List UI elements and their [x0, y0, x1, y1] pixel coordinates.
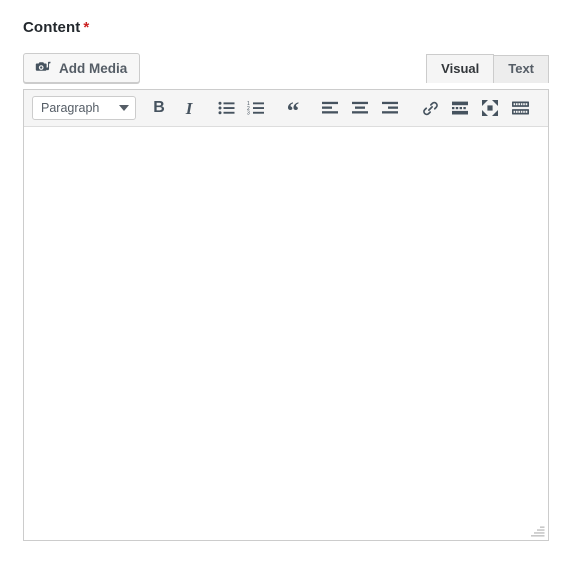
fullscreen-expand-icon [482, 100, 498, 116]
numbered-list-button[interactable]: 1 2 3 [242, 95, 270, 121]
resize-grip-icon[interactable] [530, 523, 546, 539]
editor-mode-tabs: Visual Text [426, 53, 549, 83]
editor-toolbar-row: Add Media Visual Text [23, 53, 549, 85]
bold-button[interactable]: B [145, 95, 173, 121]
align-left-button[interactable] [316, 95, 344, 121]
toolbar-toggle-icon [511, 101, 529, 115]
tab-visual[interactable]: Visual [426, 54, 495, 83]
bulleted-list-button[interactable] [212, 95, 240, 121]
media-camera-note-icon [34, 59, 52, 77]
align-right-button[interactable] [376, 95, 404, 121]
page-title: Content * [23, 19, 89, 36]
formatting-toolbar: Paragraph B I 1 2 3 “ [24, 90, 548, 127]
align-left-icon [322, 101, 338, 115]
italic-icon: I [185, 98, 193, 118]
toolbar-toggle-button[interactable] [506, 95, 534, 121]
add-media-button[interactable]: Add Media [23, 53, 141, 83]
blockquote-button[interactable]: “ [279, 92, 307, 125]
tab-text[interactable]: Text [493, 55, 549, 83]
read-more-icon [452, 101, 468, 115]
tab-text-label: Text [508, 61, 534, 76]
editor-content-area[interactable] [24, 127, 548, 519]
insert-link-button[interactable] [416, 95, 444, 121]
bulleted-list-icon [218, 101, 235, 115]
bold-icon: B [153, 99, 165, 116]
svg-text:3: 3 [247, 111, 250, 115]
chevron-down-icon [119, 105, 129, 111]
link-chain-icon [422, 100, 439, 117]
fullscreen-button[interactable] [476, 95, 504, 121]
align-center-button[interactable] [346, 95, 374, 121]
required-asterisk: * [83, 19, 90, 36]
italic-button[interactable]: I [175, 95, 203, 121]
content-editor: Paragraph B I 1 2 3 “ [23, 89, 549, 520]
add-media-label: Add Media [59, 60, 128, 76]
tab-visual-label: Visual [441, 61, 480, 76]
editor-statusbar [24, 519, 548, 540]
align-center-icon [352, 101, 368, 115]
align-right-icon [382, 101, 398, 115]
format-select-value: Paragraph [41, 101, 100, 115]
read-more-button[interactable] [446, 95, 474, 121]
editor-statusbar-wrap [23, 519, 549, 541]
paragraph-format-select[interactable]: Paragraph [32, 96, 136, 120]
numbered-list-icon: 1 2 3 [247, 101, 265, 115]
content-label: Content [23, 19, 81, 36]
